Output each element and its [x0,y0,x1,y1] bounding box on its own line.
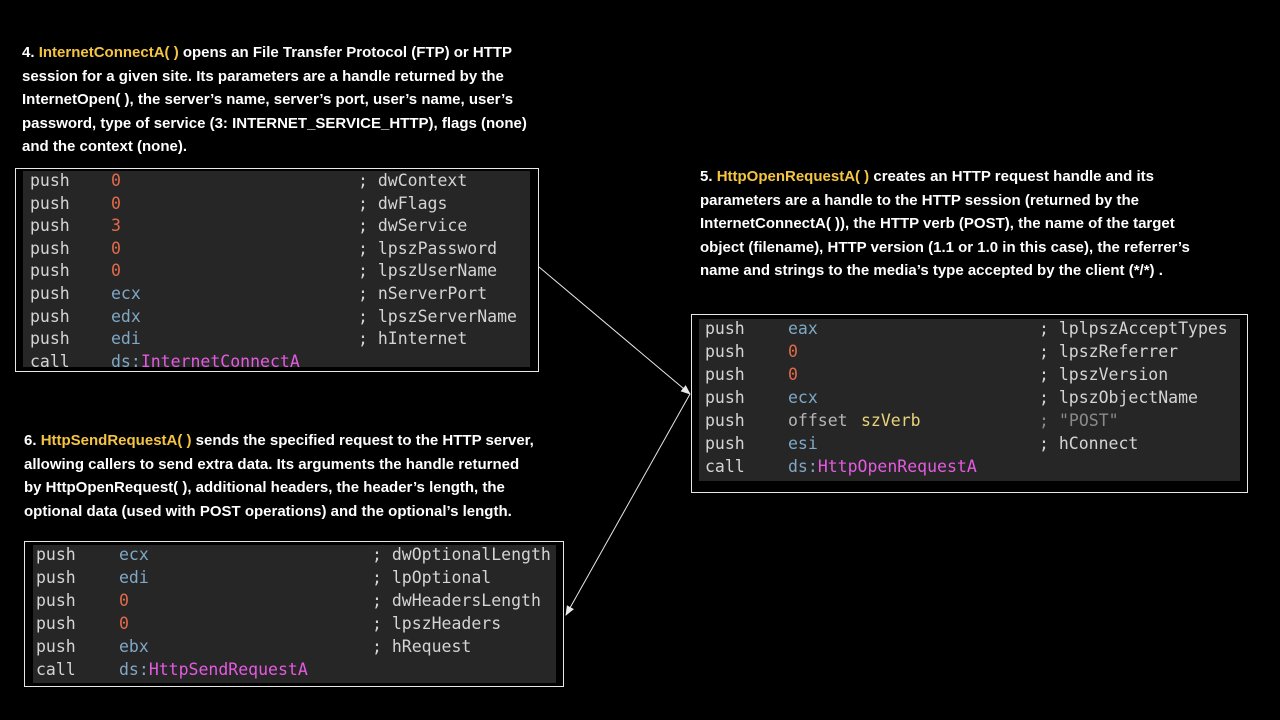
connector-arrows [538,266,691,616]
arrow-connect-to-open [538,266,691,395]
arrow-open-to-send [565,393,691,616]
